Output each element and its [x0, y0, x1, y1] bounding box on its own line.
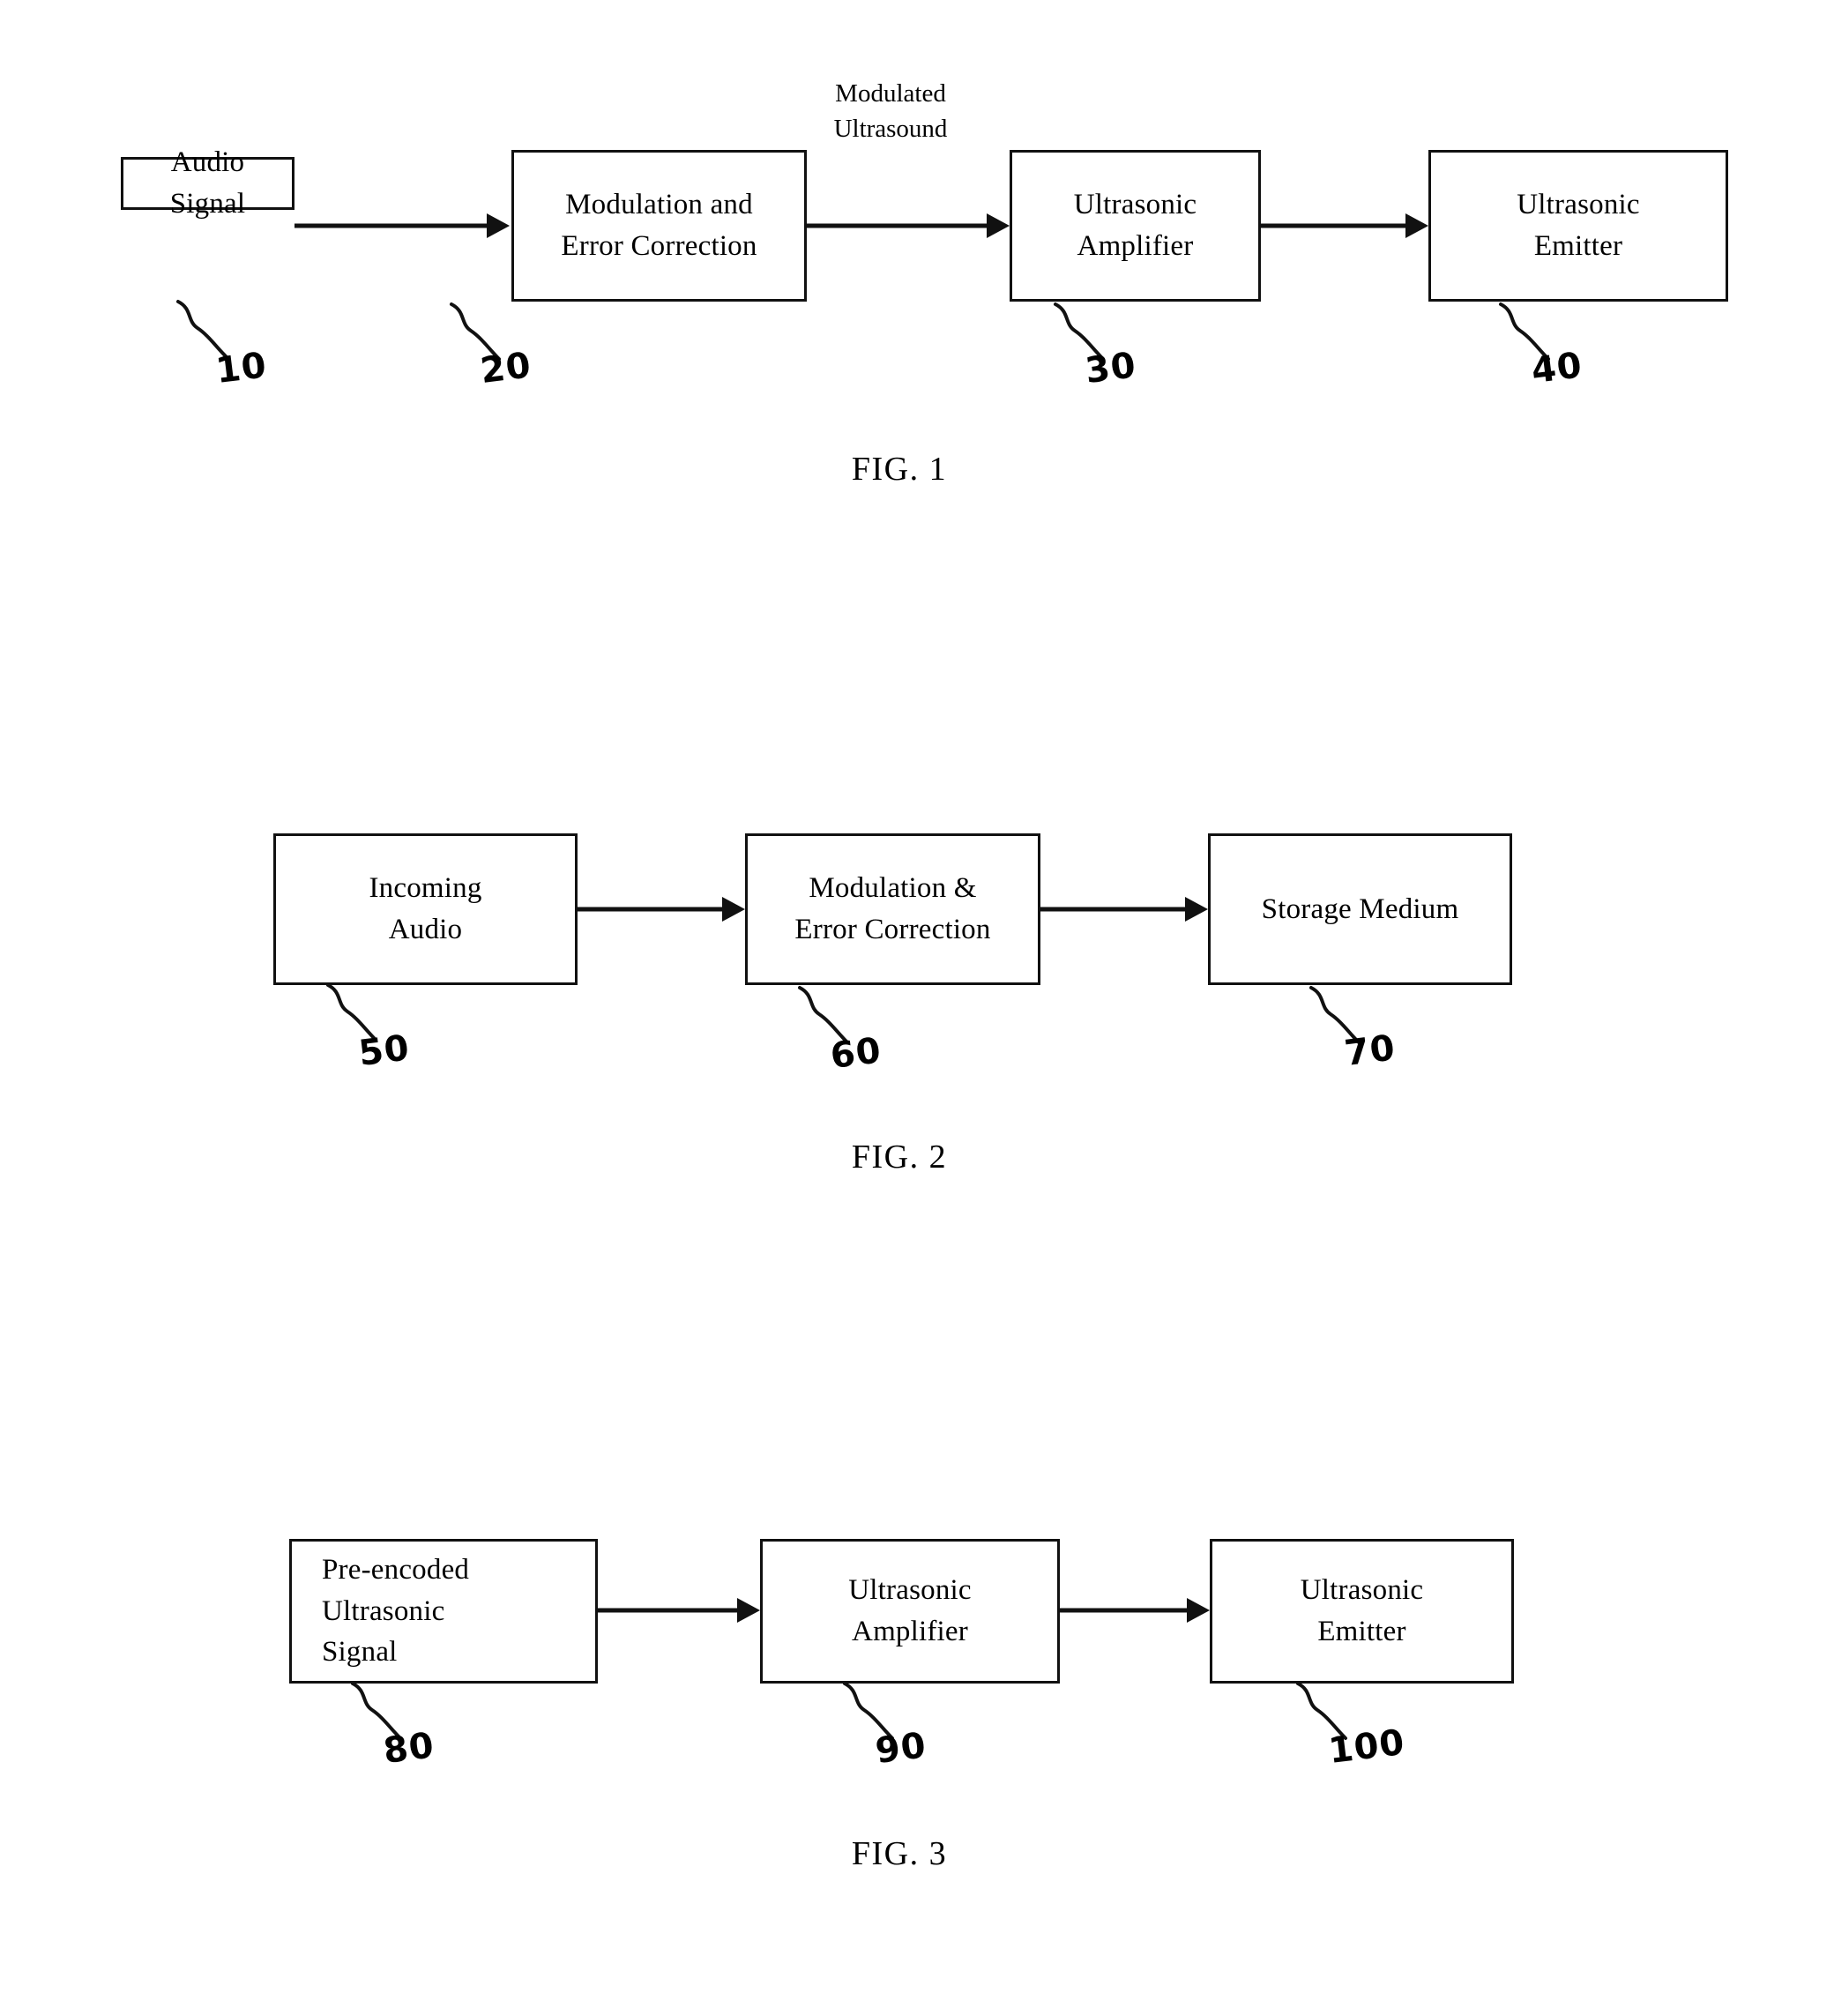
box-label-line: Ultrasonic	[1300, 1574, 1424, 1607]
reference-numeral-90: 90	[873, 1725, 929, 1772]
process-box-ultrasonic-emitter[interactable]: Ultrasonic Emitter	[1428, 150, 1728, 302]
box-label-line: Ultrasonic	[1073, 189, 1197, 221]
process-box-incoming-audio[interactable]: Incoming Audio	[273, 833, 578, 985]
figure-caption-2: FIG. 2	[851, 1139, 948, 1176]
box-label-line: Error Correction	[794, 914, 991, 945]
process-box-ultrasonic-emitter-3[interactable]: Ultrasonic Emitter	[1210, 1539, 1514, 1684]
process-box-storage-medium[interactable]: Storage Medium	[1208, 833, 1512, 985]
process-box-ultrasonic-amplifier[interactable]: Ultrasonic Amplifier	[1010, 150, 1261, 302]
box-label-line: Amplifier	[1077, 230, 1194, 262]
reference-numeral-80: 80	[381, 1725, 437, 1772]
reference-numeral-100: 100	[1326, 1721, 1407, 1772]
figure-caption-3: FIG. 3	[851, 1835, 948, 1872]
box-label-line: Signal	[322, 1636, 398, 1669]
box-label-line: Ultrasonic	[1517, 189, 1640, 221]
box-label-line: Audio	[388, 914, 463, 945]
reference-numeral-70: 70	[1342, 1027, 1398, 1074]
figure-caption-1: FIG. 1	[851, 451, 948, 488]
box-label-line: Ultrasonic	[848, 1574, 972, 1607]
reference-numeral-40: 40	[1529, 345, 1585, 392]
box-label-line: Error Correction	[561, 230, 757, 262]
box-label-line: Emitter	[1317, 1616, 1406, 1647]
reference-numeral-20: 20	[478, 345, 534, 392]
patent-drawing-sheet: Modulated Ultrasound Audio Signal Modula…	[0, 0, 1834, 2016]
arrow-head	[722, 897, 745, 922]
figure-3: Pre-encoded Ultrasonic Signal Ultrasonic…	[0, 1482, 1834, 1923]
box-label-line: Audio	[170, 146, 245, 179]
arrow-head	[1405, 213, 1428, 238]
arrow-head	[737, 1598, 760, 1623]
box-label-line: Modulation and	[565, 189, 753, 221]
arrow-head	[1185, 897, 1208, 922]
box-label-line: Amplifier	[852, 1616, 968, 1647]
figure-2: Incoming Audio Modulation & Error Correc…	[0, 794, 1834, 1208]
arrow-head	[487, 213, 510, 238]
arrow-shaft	[294, 223, 487, 228]
process-box-modulation-error-correction-2[interactable]: Modulation & Error Correction	[745, 833, 1040, 985]
box-label-line: Modulation &	[809, 872, 977, 905]
process-box-ultrasonic-amplifier-3[interactable]: Ultrasonic Amplifier	[760, 1539, 1060, 1684]
reference-numeral-60: 60	[828, 1030, 884, 1077]
reference-numeral-50: 50	[356, 1027, 413, 1074]
figure-1: Modulated Ultrasound Audio Signal Modula…	[0, 0, 1834, 529]
flow-label-line: Modulated	[835, 79, 946, 108]
process-box-modulation-error-correction[interactable]: Modulation and Error Correction	[511, 150, 807, 302]
arrow-shaft	[1060, 1608, 1187, 1613]
reference-numeral-30: 30	[1083, 345, 1139, 392]
box-label-line: Emitter	[1533, 230, 1623, 262]
arrow-shaft	[1261, 223, 1405, 228]
arrow-head	[987, 213, 1010, 238]
arrow-head	[1187, 1598, 1210, 1623]
arrow-shaft	[598, 1608, 737, 1613]
process-box-audio-signal[interactable]: Audio Signal	[121, 146, 294, 220]
reference-numeral-10: 10	[213, 345, 270, 392]
box-label-line: Ultrasonic	[322, 1594, 445, 1627]
flow-label-line: Ultrasound	[833, 115, 948, 144]
arrow-shaft	[578, 907, 722, 912]
process-box-pre-encoded-ultrasonic-signal[interactable]: Pre-encoded Ultrasonic Signal	[289, 1539, 598, 1684]
arrow-shaft	[1040, 907, 1185, 912]
box-label-line: Storage Medium	[1261, 892, 1459, 925]
box-label-line: Pre-encoded	[322, 1553, 470, 1586]
box-label-line: Signal	[169, 188, 246, 220]
box-label-line: Incoming	[369, 872, 482, 905]
flow-label-modulated-ultrasound: Modulated Ultrasound	[834, 76, 948, 146]
arrow-shaft	[807, 223, 987, 228]
